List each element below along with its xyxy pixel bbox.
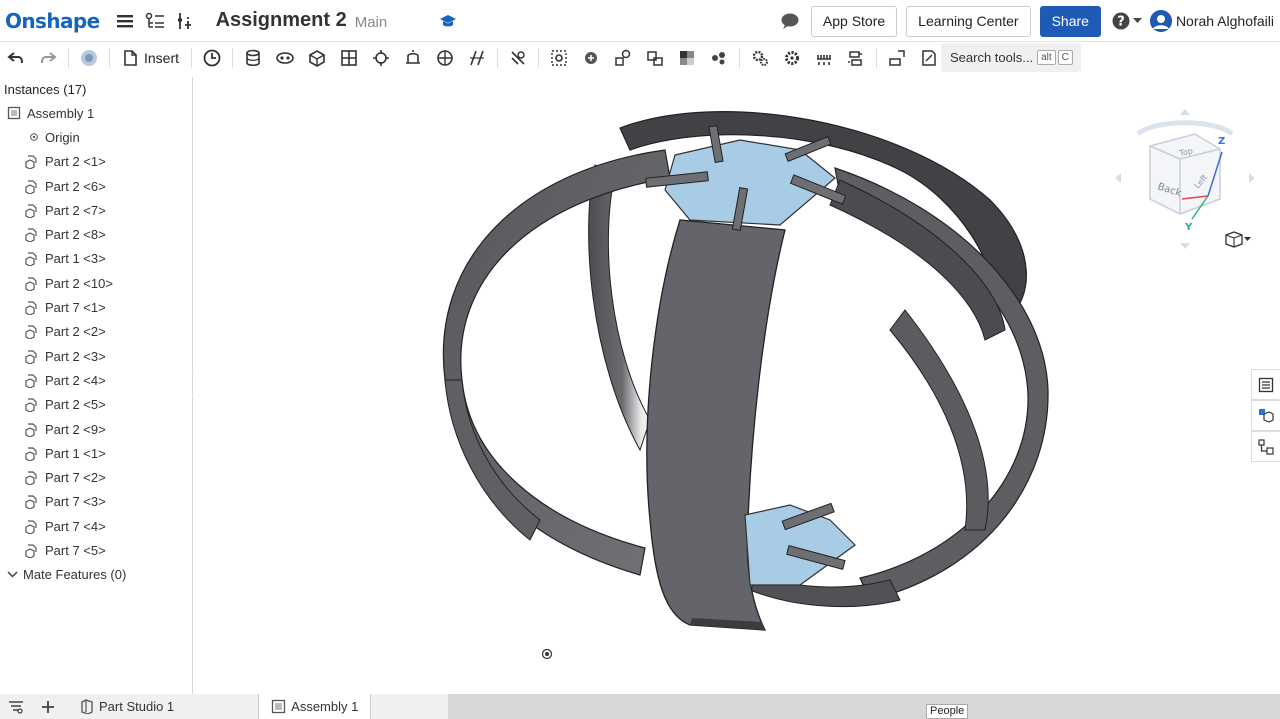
part-studio-icon xyxy=(80,699,94,714)
tab-part-studio-label: Part Studio 1 xyxy=(99,699,175,714)
list-icon xyxy=(1258,377,1274,392)
appearance-panel-button[interactable] xyxy=(1251,400,1280,431)
filter-list-icon xyxy=(9,700,23,714)
bottom-connector-plate xyxy=(744,502,856,586)
tab-manager-button[interactable] xyxy=(0,694,32,719)
tab-assembly-label: Assembly 1 xyxy=(291,699,359,714)
ring-left xyxy=(442,149,671,576)
top-connector-plate xyxy=(645,124,847,231)
people-tooltip: People xyxy=(926,704,969,719)
cube-color-icon xyxy=(1259,408,1274,423)
assembly-model[interactable] xyxy=(0,0,1280,719)
axis-y-label: Y xyxy=(1184,222,1193,233)
tab-bar: Part Studio 1 Assembly 1 xyxy=(0,694,1280,719)
properties-panel-button[interactable] xyxy=(1251,369,1280,400)
tab-part-studio[interactable]: Part Studio 1 xyxy=(68,694,186,719)
hierarchy-icon xyxy=(1258,438,1274,455)
tab-bar-left: Part Studio 1 Assembly 1 xyxy=(0,694,448,719)
right-panel-rail xyxy=(1251,369,1280,462)
tab-assembly[interactable]: Assembly 1 xyxy=(258,694,372,719)
view-cube[interactable]: Top Back Left Z Y xyxy=(1110,104,1260,254)
mate-panel-button[interactable] xyxy=(1251,431,1280,462)
world-origin-icon xyxy=(541,648,553,660)
assembly-tab-icon xyxy=(271,699,286,714)
axis-z-label: Z xyxy=(1218,136,1225,147)
plus-icon xyxy=(42,700,54,713)
add-tab-button[interactable] xyxy=(32,694,64,719)
